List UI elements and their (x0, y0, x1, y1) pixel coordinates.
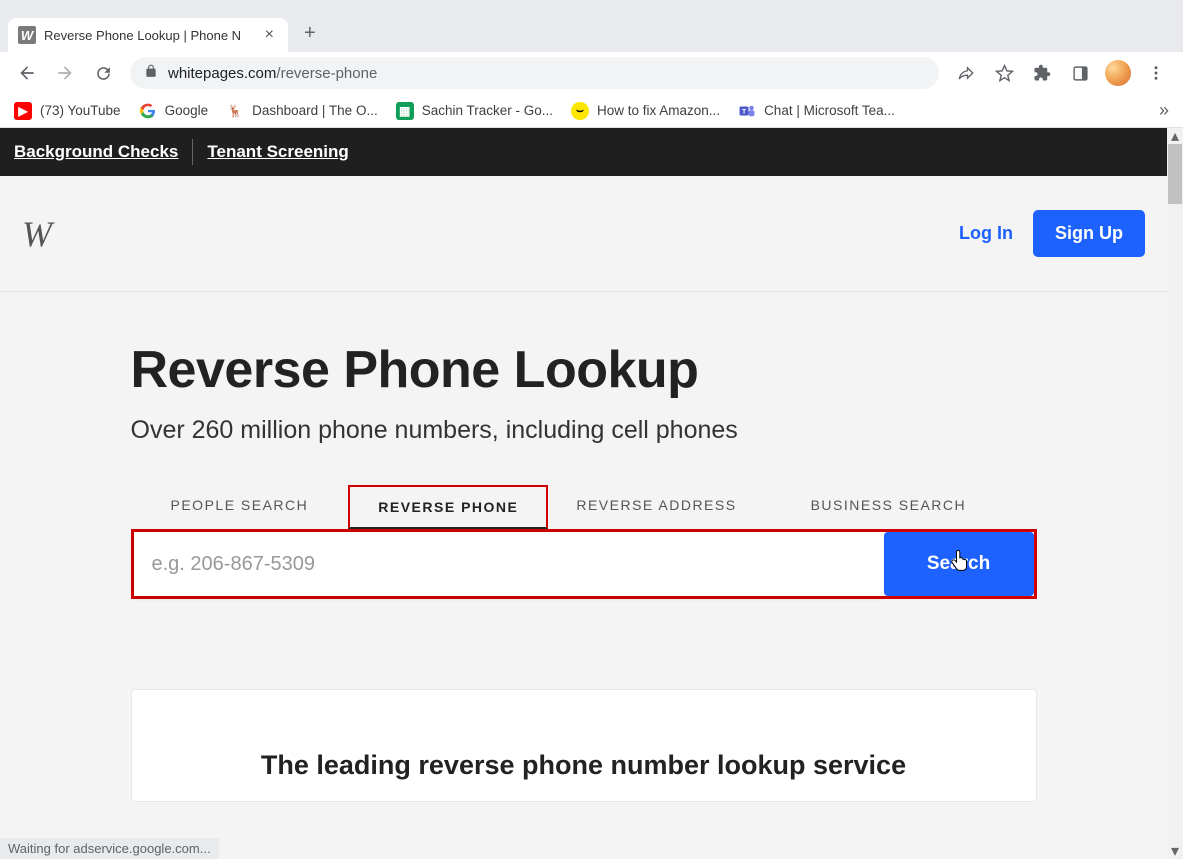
login-link[interactable]: Log In (959, 223, 1013, 244)
bookmark-google[interactable]: Google (139, 102, 209, 120)
favicon-whitepages: W (18, 26, 36, 44)
address-bar[interactable]: whitepages.com/reverse-phone (130, 57, 939, 89)
search-tabs: PEOPLE SEARCH REVERSE PHONE REVERSE ADDR… (131, 485, 1037, 529)
card-title: The leading reverse phone number lookup … (172, 750, 996, 781)
extensions-icon[interactable] (1025, 56, 1059, 90)
back-button[interactable] (10, 56, 44, 90)
tab-people-search[interactable]: PEOPLE SEARCH (131, 485, 349, 529)
whitepages-logo[interactable]: W (22, 213, 52, 255)
new-tab-button[interactable]: + (304, 23, 316, 43)
bookmark-label: (73) YouTube (40, 103, 121, 118)
phone-search-input[interactable] (134, 532, 884, 596)
smile-icon: ⌣ (571, 102, 589, 120)
browser-tab-active[interactable]: W Reverse Phone Lookup | Phone N × (8, 18, 288, 52)
site-topnav: Background Checks Tenant Screening (0, 128, 1167, 176)
bookmark-label: Sachin Tracker - Go... (422, 103, 553, 118)
bookmark-teams[interactable]: T Chat | Microsoft Tea... (738, 102, 895, 120)
nav-tenant-screening[interactable]: Tenant Screening (207, 142, 348, 162)
bookmark-youtube[interactable]: ▶ (73) YouTube (14, 102, 121, 120)
page-subtitle: Over 260 million phone numbers, includin… (131, 416, 1037, 445)
site-header: W Log In Sign Up (0, 176, 1167, 292)
tab-reverse-address[interactable]: REVERSE ADDRESS (548, 485, 764, 529)
browser-toolbar: whitepages.com/reverse-phone (0, 52, 1183, 94)
bookmark-label: Dashboard | The O... (252, 103, 378, 118)
search-row: Search (131, 529, 1037, 599)
web-page: Background Checks Tenant Screening W Log… (0, 128, 1167, 859)
forward-button[interactable] (48, 56, 82, 90)
bookmarks-overflow-icon[interactable]: » (1159, 100, 1169, 121)
bookmark-label: Google (165, 103, 209, 118)
tab-business-search[interactable]: BUSINESS SEARCH (765, 485, 995, 529)
tab-reverse-phone[interactable]: REVERSE PHONE (348, 485, 548, 529)
sidepanel-icon[interactable] (1063, 56, 1097, 90)
generic-icon: 🦌 (226, 102, 244, 120)
bookmark-amazon[interactable]: ⌣ How to fix Amazon... (571, 102, 720, 120)
scrollbar[interactable]: ▴ ▾ (1167, 128, 1183, 859)
scroll-down-icon[interactable]: ▾ (1167, 843, 1183, 859)
page-viewport: Background Checks Tenant Screening W Log… (0, 128, 1183, 859)
tab-title: Reverse Phone Lookup | Phone N (44, 28, 253, 43)
kebab-menu-icon[interactable] (1139, 56, 1173, 90)
lock-icon (144, 64, 158, 83)
teams-icon: T (738, 102, 756, 120)
share-icon[interactable] (949, 56, 983, 90)
sheets-icon: ▦ (396, 102, 414, 120)
page-title: Reverse Phone Lookup (131, 340, 1037, 400)
scroll-up-icon[interactable]: ▴ (1167, 128, 1183, 144)
reload-button[interactable] (86, 56, 120, 90)
tab-strip: W Reverse Phone Lookup | Phone N × + (0, 12, 1183, 52)
profile-avatar[interactable] (1101, 56, 1135, 90)
bookmark-label: How to fix Amazon... (597, 103, 720, 118)
star-icon[interactable] (987, 56, 1021, 90)
scrollbar-thumb[interactable] (1168, 144, 1182, 204)
tab-close-icon[interactable]: × (261, 26, 278, 44)
signup-button[interactable]: Sign Up (1033, 210, 1145, 257)
search-button[interactable]: Search (884, 532, 1034, 596)
google-icon (139, 102, 157, 120)
divider (192, 139, 193, 165)
youtube-icon: ▶ (14, 102, 32, 120)
window-titlebar (0, 0, 1183, 12)
main-content: Reverse Phone Lookup Over 260 million ph… (0, 292, 1167, 802)
status-bar: Waiting for adservice.google.com... (0, 838, 219, 859)
url-text: whitepages.com/reverse-phone (168, 65, 377, 82)
cursor-pointer-icon (949, 550, 969, 580)
bookmark-dashboard[interactable]: 🦌 Dashboard | The O... (226, 102, 378, 120)
info-card: The leading reverse phone number lookup … (131, 689, 1037, 802)
bookmark-label: Chat | Microsoft Tea... (764, 103, 895, 118)
bookmarks-bar: ▶ (73) YouTube Google 🦌 Dashboard | The … (0, 94, 1183, 128)
nav-background-checks[interactable]: Background Checks (14, 142, 178, 162)
bookmark-sheets[interactable]: ▦ Sachin Tracker - Go... (396, 102, 553, 120)
